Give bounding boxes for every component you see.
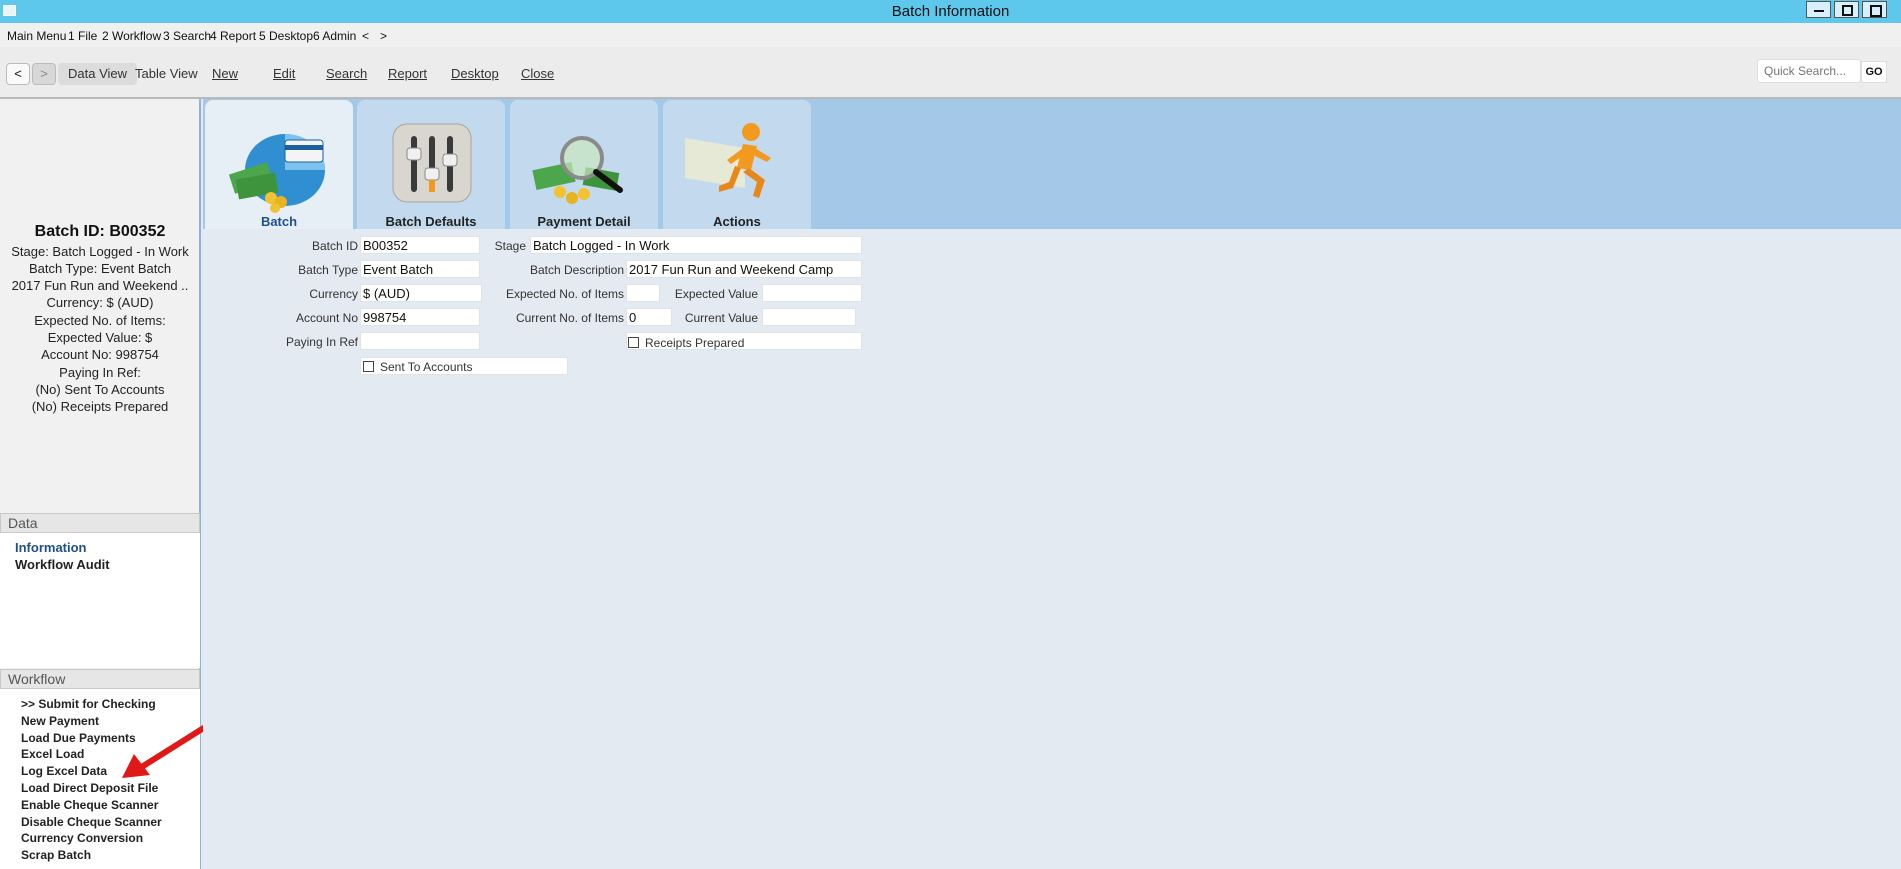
sent-to-accounts-label: Sent To Accounts xyxy=(380,360,473,374)
menu-main[interactable]: Main Menu xyxy=(7,29,66,43)
maximize-icon xyxy=(1835,2,1858,17)
stage-label: Stage xyxy=(494,239,526,253)
tab-payment-detail[interactable]: Payment Detail xyxy=(510,100,658,229)
close-button[interactable]: Close xyxy=(521,63,554,85)
menu-report[interactable]: 4 Report xyxy=(210,29,256,43)
summary-account-no: Account No: 998754 xyxy=(41,347,159,362)
window-title: Batch Information xyxy=(891,3,1010,20)
batch-type-label: Batch Type xyxy=(298,263,358,277)
summary-title: Batch ID: B00352 xyxy=(34,223,166,240)
summary-sent-to-accounts: (No) Sent To Accounts xyxy=(35,382,165,397)
batch-description-field[interactable]: 2017 Fun Run and Weekend Camp xyxy=(626,260,862,278)
equalizer-sliders-icon xyxy=(392,123,472,203)
sent-to-accounts-checkbox[interactable] xyxy=(363,361,374,372)
menu-scroll-left[interactable]: < xyxy=(362,29,369,43)
expected-value-field[interactable] xyxy=(762,284,862,302)
workflow-currency-conversion[interactable]: Currency Conversion xyxy=(21,831,143,845)
menu-search[interactable]: 3 Search xyxy=(163,29,211,43)
receipts-prepared-checkbox[interactable] xyxy=(628,337,639,348)
minimize-button[interactable] xyxy=(1806,1,1831,18)
restore-icon xyxy=(1863,2,1886,17)
data-section-header: Data xyxy=(0,513,200,533)
menu-scroll-right[interactable]: > xyxy=(380,29,387,43)
close-window-button[interactable] xyxy=(1862,1,1887,18)
paying-in-ref-field[interactable] xyxy=(360,332,480,350)
credit-card-pie-icon xyxy=(228,134,325,213)
data-section: Information Workflow Audit xyxy=(0,533,200,668)
expected-items-field[interactable] xyxy=(626,284,660,302)
toolbar: < > Data View Table View New Edit Search… xyxy=(0,47,1901,99)
minimize-icon xyxy=(1807,2,1830,17)
tab-actions-label: Actions xyxy=(713,214,761,229)
menu-file[interactable]: 1 File xyxy=(68,29,97,43)
summary-expected-value: Expected Value: $ xyxy=(47,330,153,345)
menu-workflow[interactable]: 2 Workflow xyxy=(102,29,161,43)
menu-admin[interactable]: 6 Admin xyxy=(313,29,356,43)
summary-receipts-prepared: (No) Receipts Prepared xyxy=(31,399,169,414)
tab-batch-label: Batch xyxy=(260,214,298,229)
summary-description: 2017 Fun Run and Weekend .. xyxy=(11,278,189,293)
magnifier-money-icon xyxy=(532,136,623,204)
receipts-prepared-label: Receipts Prepared xyxy=(645,336,745,350)
expected-value-label: Expected Value xyxy=(674,287,758,301)
tab-batch[interactable]: Batch xyxy=(205,100,353,229)
batch-description-label: Batch Description xyxy=(529,263,624,277)
stage-field[interactable]: Batch Logged - In Work xyxy=(530,236,862,254)
summary-paying-in-ref: Paying In Ref: xyxy=(59,365,141,380)
title-bar: Batch Information xyxy=(0,0,1901,23)
menu-bar: Main Menu 1 File 2 Workflow 3 Search 4 R… xyxy=(0,23,1901,48)
workflow-new-payment[interactable]: New Payment xyxy=(21,714,99,728)
maximize-button[interactable] xyxy=(1834,1,1859,18)
quick-search-input[interactable] xyxy=(1757,59,1861,83)
batch-id-field[interactable]: B00352 xyxy=(360,236,480,254)
workflow-excel-load[interactable]: Excel Load xyxy=(21,747,84,761)
account-no-label: Account No xyxy=(295,311,358,325)
tab-batch-defaults-label: Batch Defaults xyxy=(385,214,477,229)
edit-button[interactable]: Edit xyxy=(273,63,295,85)
current-value-field[interactable] xyxy=(762,308,856,326)
expected-items-label: Expected No. of Items xyxy=(505,287,624,301)
report-button[interactable]: Report xyxy=(388,63,427,85)
workflow-disable-cheque-scanner[interactable]: Disable Cheque Scanner xyxy=(21,815,162,829)
tab-batch-defaults[interactable]: Batch Defaults xyxy=(357,100,505,229)
go-button[interactable]: GO xyxy=(1861,61,1887,83)
batch-type-field[interactable]: Event Batch xyxy=(360,260,480,278)
new-button[interactable]: New xyxy=(212,63,238,85)
workflow-section-header: Workflow xyxy=(0,669,200,689)
menu-desktop[interactable]: 5 Desktop xyxy=(259,29,313,43)
summary-stage: Stage: Batch Logged - In Work xyxy=(11,244,189,259)
current-value-label: Current Value xyxy=(684,311,758,325)
workflow-log-excel-data[interactable]: Log Excel Data xyxy=(21,764,107,778)
summary-expected-items: Expected No. of Items: xyxy=(34,313,166,328)
summary-batch-type: Batch Type: Event Batch xyxy=(28,261,172,276)
currency-field[interactable]: $ (AUD) xyxy=(360,284,482,302)
desktop-button[interactable]: Desktop xyxy=(451,63,499,85)
currency-label: Currency xyxy=(309,287,358,301)
forward-button[interactable]: > xyxy=(32,63,56,85)
tab-actions[interactable]: Actions xyxy=(663,100,811,229)
table-view-button[interactable]: Table View xyxy=(135,63,198,85)
data-view-button[interactable]: Data View xyxy=(58,63,138,85)
batch-id-label: Batch ID xyxy=(311,239,358,253)
paying-in-ref-label: Paying In Ref xyxy=(285,335,358,349)
workflow-enable-cheque-scanner[interactable]: Enable Cheque Scanner xyxy=(21,798,158,812)
account-no-field[interactable]: 998754 xyxy=(360,308,480,326)
running-man-icon xyxy=(685,123,771,198)
data-item-information[interactable]: Information xyxy=(15,540,87,555)
workflow-scrap-batch[interactable]: Scrap Batch xyxy=(21,848,91,862)
data-item-workflow-audit[interactable]: Workflow Audit xyxy=(15,557,110,572)
tab-payment-detail-label: Payment Detail xyxy=(537,214,631,229)
search-button[interactable]: Search xyxy=(326,63,367,85)
current-items-label: Current No. of Items xyxy=(515,311,624,325)
summary-currency: Currency: $ (AUD) xyxy=(46,295,154,310)
back-button[interactable]: < xyxy=(6,63,30,85)
